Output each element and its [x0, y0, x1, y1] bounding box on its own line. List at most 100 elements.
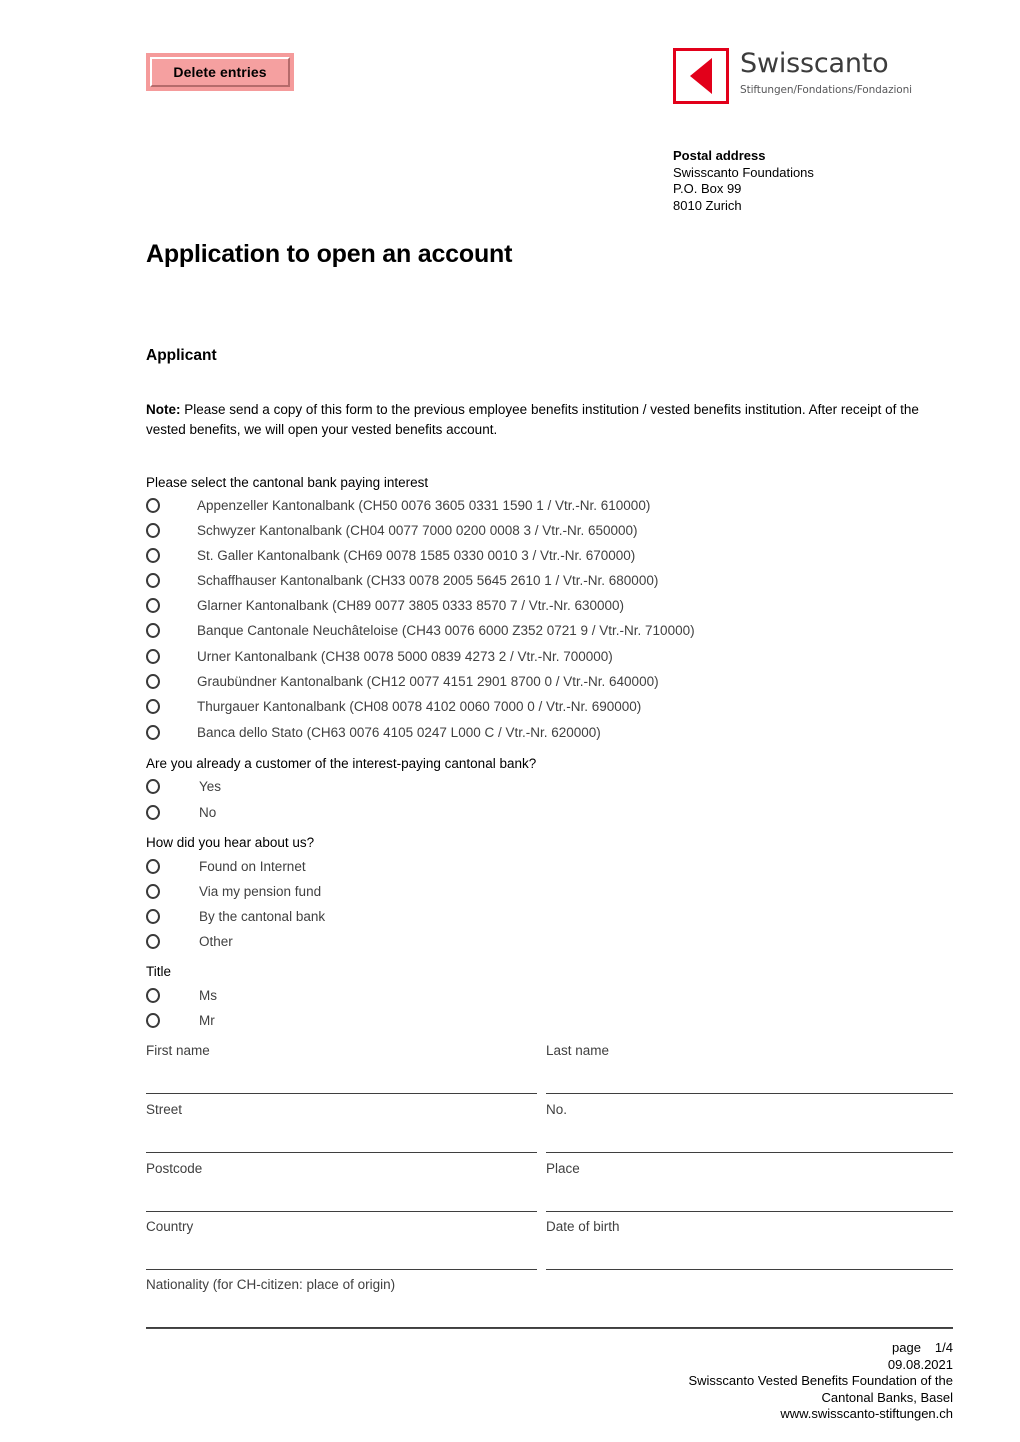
existing-customer-option-row[interactable]: Yes	[146, 776, 221, 796]
radio-icon-referral-1[interactable]	[146, 883, 160, 899]
referral-option-label-2: By the cantonal bank	[199, 908, 326, 924]
bank-option-row[interactable]: Banque Cantonale Neuchâteloise (CH43 007…	[146, 620, 695, 640]
radio-icon-referral-2[interactable]	[146, 908, 160, 924]
referral-option-label-3: Other	[199, 933, 233, 949]
field-number: No.	[546, 1101, 953, 1153]
field-label-street: Street	[146, 1102, 183, 1117]
nationality-input[interactable]	[146, 1294, 953, 1328]
postal-address-heading: Postal address	[673, 148, 766, 163]
note-text: Please send a copy of this form to the p…	[146, 402, 919, 437]
footer-date: 09.08.2021	[887, 1356, 953, 1372]
bank-option-row[interactable]: Thurgauer Kantonalbank (CH08 0078 4102 0…	[146, 696, 641, 716]
radio-icon-bank-8[interactable]	[146, 698, 160, 714]
delete-entries-button[interactable]: Delete entries	[150, 57, 290, 87]
field-label-date-of-birth: Date of birth	[546, 1219, 620, 1234]
referral-question: How did you hear about us?	[146, 835, 315, 850]
radio-icon-bank-1[interactable]	[146, 522, 160, 538]
bank-option-label-3: Schaffhauser Kantonalbank (CH33 0078 200…	[197, 572, 659, 588]
title-option-label-1: Mr	[199, 1012, 215, 1028]
bank-option-label-0: Appenzeller Kantonalbank (CH50 0076 3605…	[197, 497, 651, 513]
footer-divider	[146, 1328, 953, 1329]
bank-option-label-4: Glarner Kantonalbank (CH89 0077 3805 033…	[197, 597, 625, 613]
postal-address-line-3: 8010 Zurich	[673, 197, 742, 213]
bank-option-row[interactable]: Appenzeller Kantonalbank (CH50 0076 3605…	[146, 495, 650, 515]
swisscanto-logo: Swisscanto Stiftungen/Fondations/Fondazi…	[673, 48, 912, 104]
section-heading-applicant: Applicant	[146, 347, 217, 364]
bank-option-row[interactable]: Schwyzer Kantonalbank (CH04 0077 7000 02…	[146, 520, 638, 540]
referral-option-row[interactable]: Found on Internet	[146, 856, 306, 876]
bank-option-label-9: Banca dello Stato (CH63 0076 4105 0247 L…	[197, 724, 601, 740]
brand-name: Swisscanto	[740, 48, 889, 79]
title-question: Title	[146, 964, 172, 979]
page-title: Application to open an account	[146, 240, 513, 268]
footer-page-label: page	[892, 1340, 921, 1355]
field-label-place: Place	[546, 1161, 580, 1176]
title-option-label-0: Ms	[199, 987, 217, 1003]
radio-icon-bank-6[interactable]	[146, 648, 160, 664]
number-input[interactable]	[546, 1119, 953, 1153]
postal-address-block: Postal address Swisscanto Foundations P.…	[673, 148, 814, 214]
radio-icon-referral-3[interactable]	[146, 933, 160, 949]
date-of-birth-input[interactable]	[546, 1236, 953, 1270]
field-label-country: Country	[146, 1219, 194, 1234]
street-input[interactable]	[146, 1119, 537, 1153]
referral-option-row[interactable]: By the cantonal bank	[146, 906, 325, 926]
footer-website: www.swisscanto-stiftungen.ch	[780, 1406, 953, 1421]
field-place: Place	[546, 1160, 953, 1212]
title-option-row[interactable]: Mr	[146, 1010, 215, 1030]
postal-address-line-1: Swisscanto Foundations	[673, 164, 814, 180]
radio-icon-referral-0[interactable]	[146, 858, 160, 874]
swisscanto-chevron-icon	[673, 48, 729, 104]
footer-page-row: page 1/4	[688, 1340, 953, 1357]
field-first-name: First name	[146, 1042, 537, 1094]
last-name-input[interactable]	[546, 1060, 953, 1094]
radio-icon-existing-customer-1[interactable]	[146, 804, 160, 820]
country-input[interactable]	[146, 1236, 537, 1270]
field-label-first-name: First name	[146, 1043, 210, 1058]
referral-option-row[interactable]: Via my pension fund	[146, 881, 321, 901]
radio-icon-bank-3[interactable]	[146, 572, 160, 588]
delete-entries-button-frame: Delete entries	[146, 53, 294, 91]
radio-icon-bank-0[interactable]	[146, 497, 160, 513]
postcode-input[interactable]	[146, 1178, 537, 1212]
referral-option-row[interactable]: Other	[146, 931, 233, 951]
radio-icon-title-1[interactable]	[146, 1012, 160, 1028]
bank-option-row[interactable]: Graubündner Kantonalbank (CH12 0077 4151…	[146, 671, 659, 691]
title-option-row[interactable]: Ms	[146, 985, 217, 1005]
postal-address-line-2: P.O. Box 99	[673, 181, 742, 196]
radio-icon-bank-4[interactable]	[146, 597, 160, 613]
referral-option-label-1: Via my pension fund	[199, 883, 322, 899]
field-label-nationality: Nationality (for CH-citizen: place of or…	[146, 1277, 396, 1292]
radio-icon-bank-7[interactable]	[146, 673, 160, 689]
bank-option-row[interactable]: Glarner Kantonalbank (CH89 0077 3805 033…	[146, 595, 624, 615]
bank-option-label-5: Banque Cantonale Neuchâteloise (CH43 007…	[197, 622, 695, 638]
bank-option-row[interactable]: Schaffhauser Kantonalbank (CH33 0078 200…	[146, 570, 658, 590]
radio-icon-bank-9[interactable]	[146, 724, 160, 740]
field-date-of-birth: Date of birth	[546, 1218, 953, 1270]
field-label-postcode: Postcode	[146, 1161, 203, 1176]
field-label-last-name: Last name	[546, 1043, 610, 1058]
radio-icon-existing-customer-0[interactable]	[146, 778, 160, 794]
radio-icon-title-0[interactable]	[146, 987, 160, 1003]
footer-block: page 1/4 09.08.2021 Swisscanto Vested Ben…	[688, 1340, 953, 1423]
field-last-name: Last name	[546, 1042, 953, 1094]
existing-customer-option-row[interactable]: No	[146, 802, 216, 822]
bank-option-label-2: St. Galler Kantonalbank (CH69 0078 1585 …	[197, 547, 636, 563]
bank-option-row[interactable]: Banca dello Stato (CH63 0076 4105 0247 L…	[146, 722, 601, 742]
field-postcode: Postcode	[146, 1160, 537, 1212]
bank-option-row[interactable]: Urner Kantonalbank (CH38 0078 5000 0839 …	[146, 646, 613, 666]
existing-customer-question: Are you already a customer of the intere…	[146, 756, 537, 771]
field-street: Street	[146, 1101, 537, 1153]
place-input[interactable]	[546, 1178, 953, 1212]
footer-org-line-2: Cantonal Banks, Basel	[821, 1389, 953, 1405]
radio-icon-bank-2[interactable]	[146, 547, 160, 563]
logo-wordmark: Swisscanto Stiftungen/Fondations/Fondazi…	[740, 48, 912, 97]
bank-selection-question: Please select the cantonal bank paying i…	[146, 475, 429, 490]
existing-customer-option-label-0: Yes	[199, 778, 222, 794]
existing-customer-option-label-1: No	[199, 804, 217, 820]
first-name-input[interactable]	[146, 1060, 537, 1094]
bank-option-row[interactable]: St. Galler Kantonalbank (CH69 0078 1585 …	[146, 545, 635, 565]
footer-page-number: 1/4	[934, 1340, 953, 1355]
field-label-number: No.	[546, 1102, 568, 1117]
radio-icon-bank-5[interactable]	[146, 622, 160, 638]
